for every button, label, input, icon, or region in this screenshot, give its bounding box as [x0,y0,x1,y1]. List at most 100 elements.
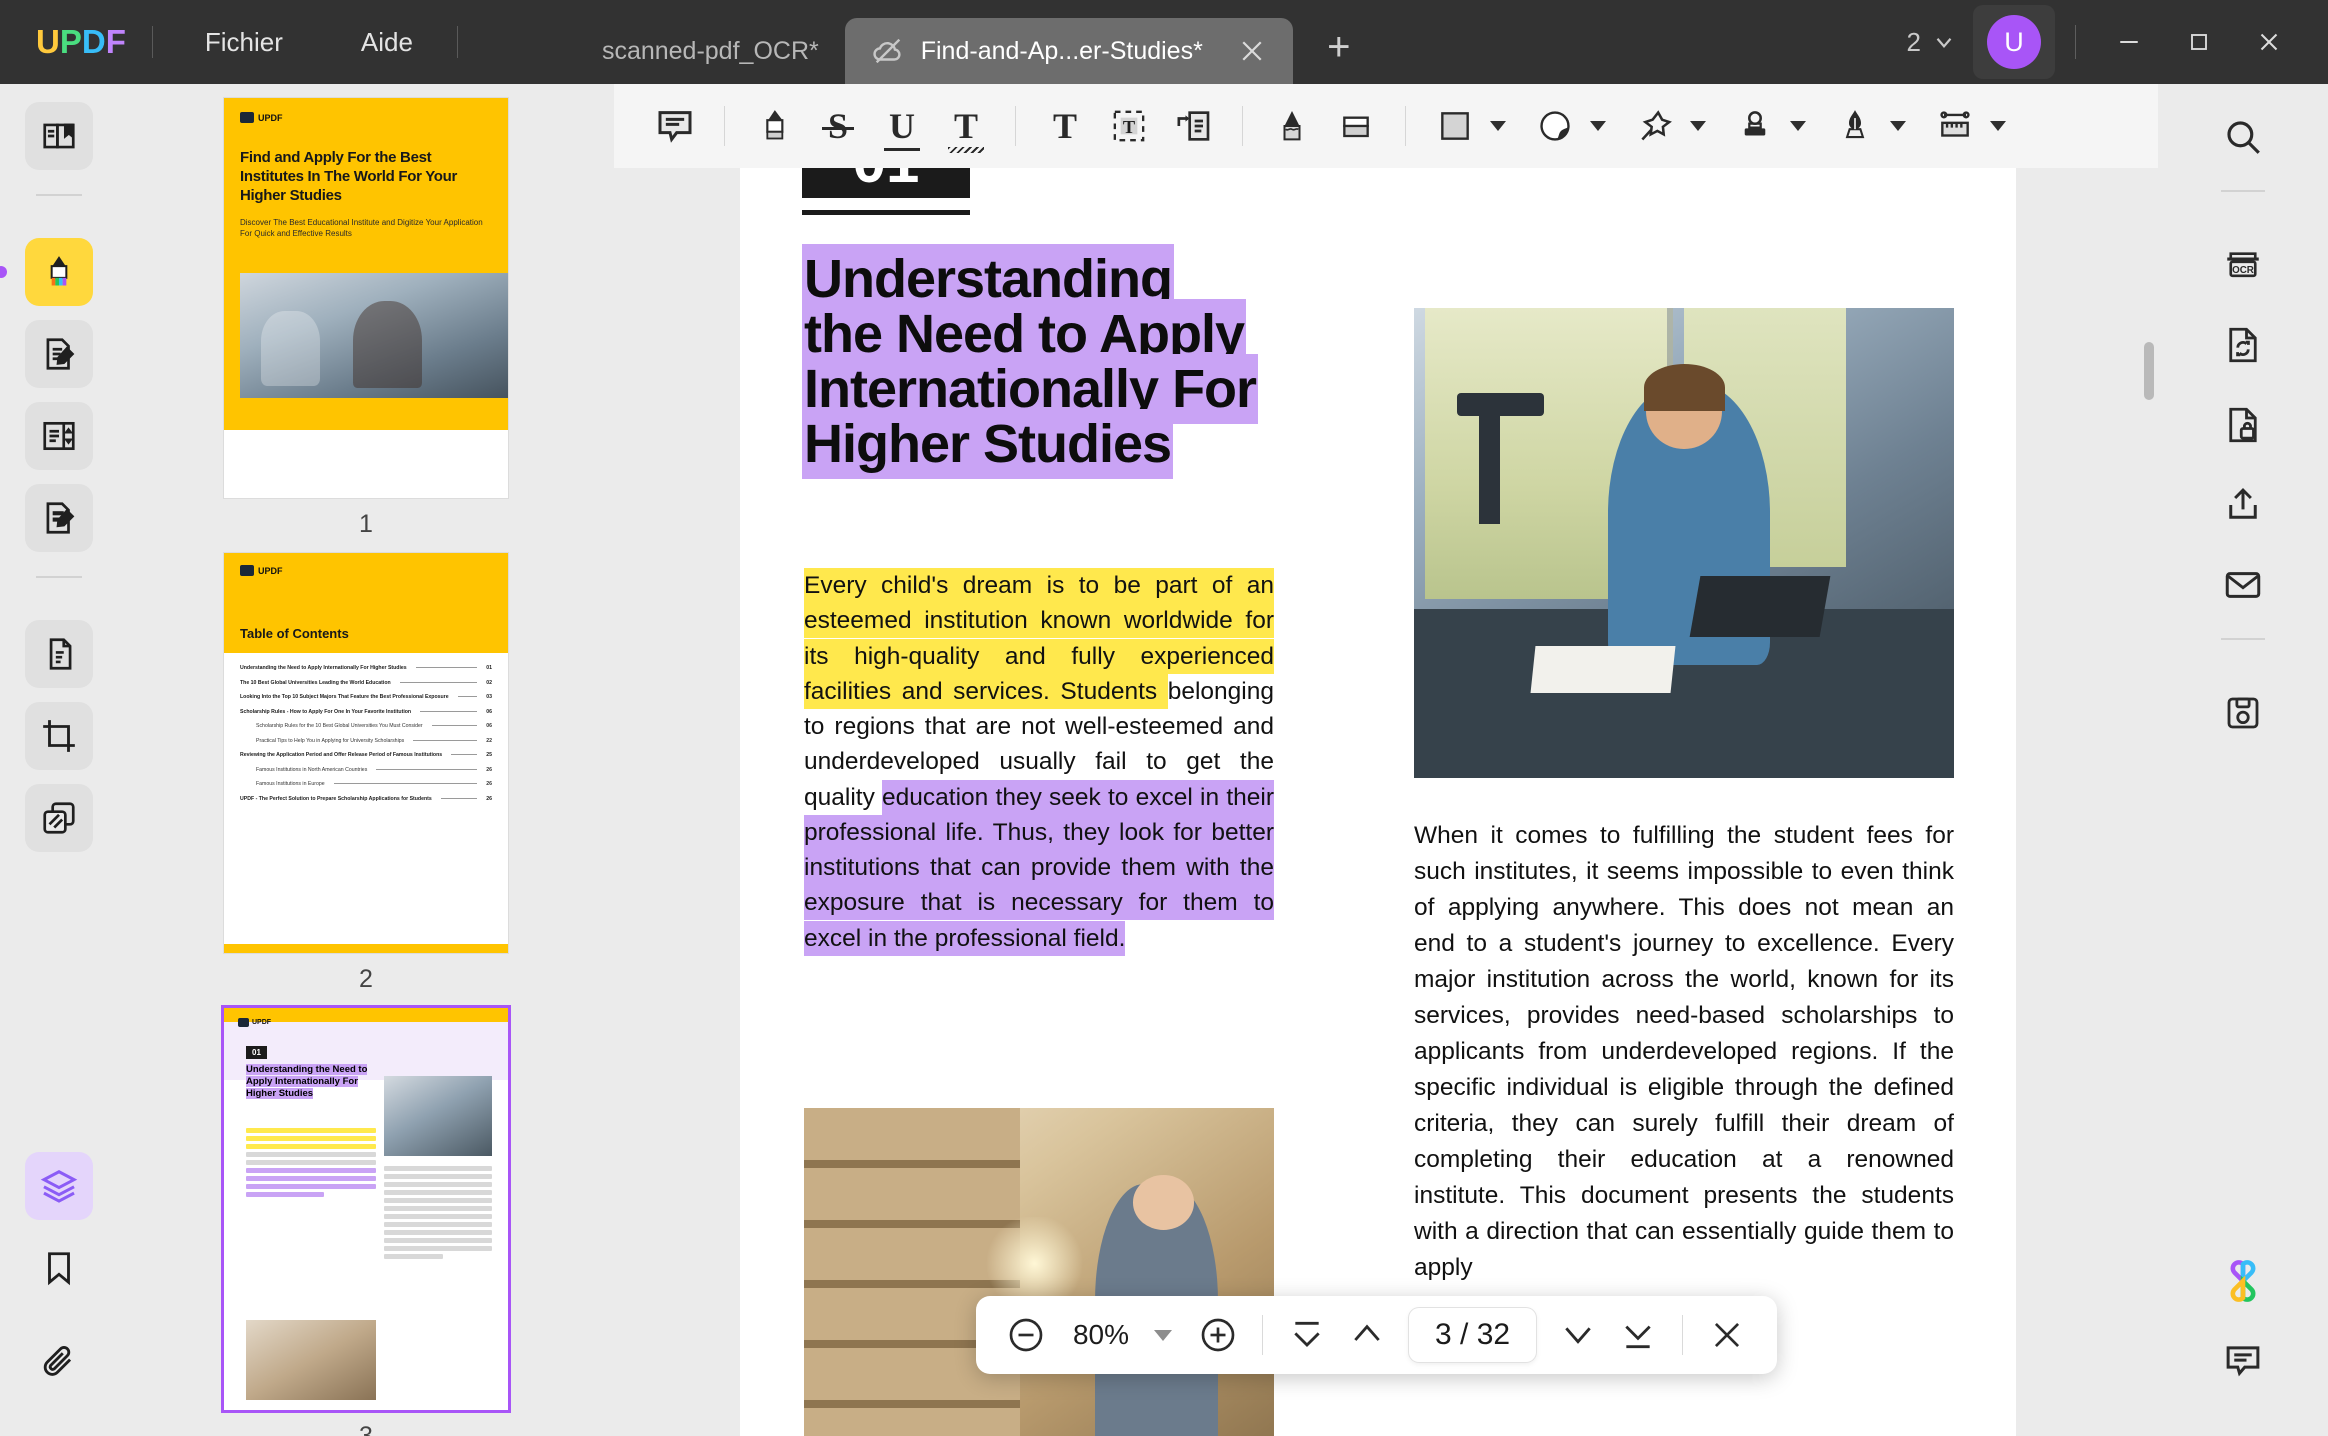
titlebar-divider-2 [456,26,458,58]
page-indicator[interactable]: 3 / 32 [1409,1308,1537,1362]
chevron-down-icon[interactable] [1990,121,2006,131]
strikethrough-tool[interactable]: S [807,95,869,157]
underline-tool[interactable]: U [871,95,933,157]
document-scrollbar[interactable] [2144,264,2154,1414]
eraser-tool[interactable] [1325,95,1387,157]
account-count[interactable]: 2 [1895,19,1969,66]
svg-text:OCR: OCR [2232,265,2254,276]
tab-find-and-apply[interactable]: Find-and-Ap...er-Studies* [844,18,1293,84]
pin-star-icon [1636,107,1674,145]
thumbnail-page-3[interactable]: UPDF 01 Understanding the Need to Apply … [224,1008,508,1436]
chevron-down-icon[interactable] [1890,121,1906,131]
layers-icon [40,1167,78,1205]
squiggly-underline-tool[interactable]: T [935,95,997,157]
sidebar-item-page-organize[interactable] [25,402,93,470]
sidebar-item-reader-mode[interactable] [25,102,93,170]
zoom-in-button[interactable] [1190,1307,1246,1363]
maximize-button[interactable] [2166,14,2232,70]
pencil-tool[interactable] [1261,95,1323,157]
document-copy-icon [40,635,78,673]
page-thumbnail-panel[interactable]: UPDF Find and Apply For the Best Institu… [118,84,614,1436]
shape-tool[interactable] [1424,95,1486,157]
menu-aide[interactable]: Aide [343,19,431,66]
pin-tool-group[interactable] [1624,95,1706,157]
tab-scanned-pdf-ocr[interactable]: scanned-pdf_OCR* [576,18,845,84]
signature-tool-group[interactable] [1824,95,1906,157]
menu-fichier[interactable]: Fichier [187,19,301,66]
ai-assistant-button[interactable] [2208,1246,2278,1316]
chevron-down-icon[interactable] [1590,121,1606,131]
sidebar-item-fill-and-sign[interactable] [25,484,93,552]
last-page-button[interactable] [1610,1307,1666,1363]
signature-tool[interactable] [1824,95,1886,157]
stamp-tool[interactable] [1724,95,1786,157]
close-zoombar-button[interactable] [1699,1307,1755,1363]
measure-tool[interactable] [1924,95,1986,157]
convert-tool-button[interactable] [2208,310,2278,380]
rail-divider-1 [36,194,82,216]
sidebar-item-attachments-panel[interactable] [25,1328,93,1396]
save-tool-button[interactable] [2208,678,2278,748]
sidebar-item-annotate-highlight[interactable] [0,238,93,306]
callout-note-icon [1173,106,1213,146]
titlebar-divider-3 [2075,25,2076,59]
text-box-tool[interactable]: T [1098,95,1160,157]
thumb1-whitespace [224,430,508,498]
sidebar-item-edit-pdf[interactable] [25,320,93,388]
protect-tool-button[interactable] [2208,390,2278,460]
sticker-tool[interactable] [1524,95,1586,157]
share-tool-button[interactable] [2208,470,2278,540]
toc-entry: Understanding the Need to Apply Internat… [240,665,492,671]
close-icon[interactable] [1237,36,1267,66]
thumbnail-page-1[interactable]: UPDF Find and Apply For the Best Institu… [224,98,508,539]
text-box-icon: T [1109,106,1149,146]
square-shape-icon [1436,107,1474,145]
zoom-out-button[interactable] [998,1307,1054,1363]
sidebar-item-crop-page[interactable] [25,702,93,770]
close-window-button[interactable] [2236,14,2302,70]
ocr-tool-button[interactable]: OCR [2208,230,2278,300]
thumb3-right-column [384,1166,492,1262]
chevron-down-icon[interactable] [1154,1329,1172,1341]
thumbnail-page-2[interactable]: UPDF Table of Contents Understanding the… [224,553,508,994]
zoom-level-label[interactable]: 80% [1058,1319,1144,1351]
pdf-page-3[interactable]: 01 Understanding the Need to Apply Inter… [740,168,2016,1436]
stamp-pin-tool[interactable] [1624,95,1686,157]
chevron-down-icon[interactable] [1690,121,1706,131]
sticky-note-tool[interactable] [644,95,706,157]
scrollbar-thumb[interactable] [2144,342,2154,400]
first-page-button[interactable] [1279,1307,1335,1363]
account-count-label: 2 [1906,26,1921,57]
thumb2-footer-band [224,944,508,953]
thumbnail-number-2: 2 [359,965,373,993]
chevron-down-icon[interactable] [1490,121,1506,131]
text-tool[interactable]: T [1034,95,1096,157]
titlebar-right-controls: 2 U [1895,5,2302,79]
new-tab-button[interactable]: + [1319,25,1359,70]
pdf-canvas[interactable]: 01 Understanding the Need to Apply Inter… [614,168,2158,1436]
avatar-button[interactable]: U [1973,5,2055,79]
text-callout-tool[interactable] [1162,95,1224,157]
highlight-tool[interactable] [743,95,805,157]
next-page-button[interactable] [1550,1307,1606,1363]
sticker-tool-group[interactable] [1524,95,1606,157]
sidebar-item-compare-files[interactable] [25,784,93,852]
previous-page-button[interactable] [1339,1307,1395,1363]
shape-tool-group[interactable] [1424,95,1506,157]
fountain-pen-icon [1836,107,1874,145]
search-panel-button[interactable] [2208,102,2278,172]
measure-tool-group[interactable] [1924,95,2006,157]
floppy-save-icon [2222,692,2264,734]
minimize-button[interactable] [2096,14,2162,70]
comments-panel-button[interactable] [2208,1326,2278,1396]
form-sign-icon [40,499,78,537]
chevron-down-icon[interactable] [1790,121,1806,131]
email-tool-button[interactable] [2208,550,2278,620]
sidebar-item-layers-panel[interactable] [25,1152,93,1220]
sidebar-item-bookmarks-panel[interactable] [25,1234,93,1302]
toc-entry: Scholarship Rules for the 10 Best Global… [256,723,492,729]
sidebar-item-convert-pdf[interactable] [25,620,93,688]
logo-letter-p: P [59,23,82,60]
zoombar-divider-1 [1262,1315,1263,1355]
stamp-tool-group[interactable] [1724,95,1806,157]
